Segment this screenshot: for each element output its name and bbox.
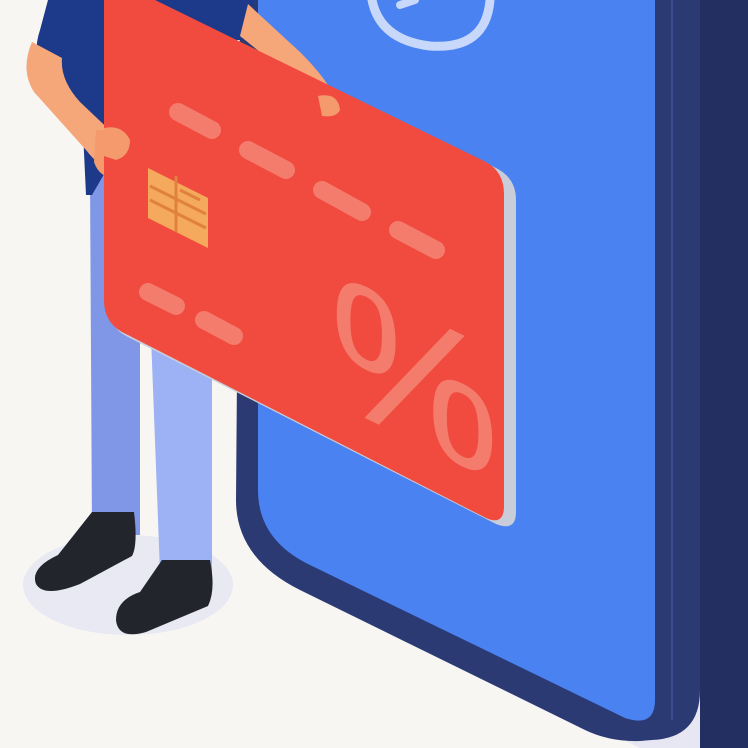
illustration-canvas: %	[23, 0, 748, 748]
payment-illustration: %	[0, 0, 748, 748]
